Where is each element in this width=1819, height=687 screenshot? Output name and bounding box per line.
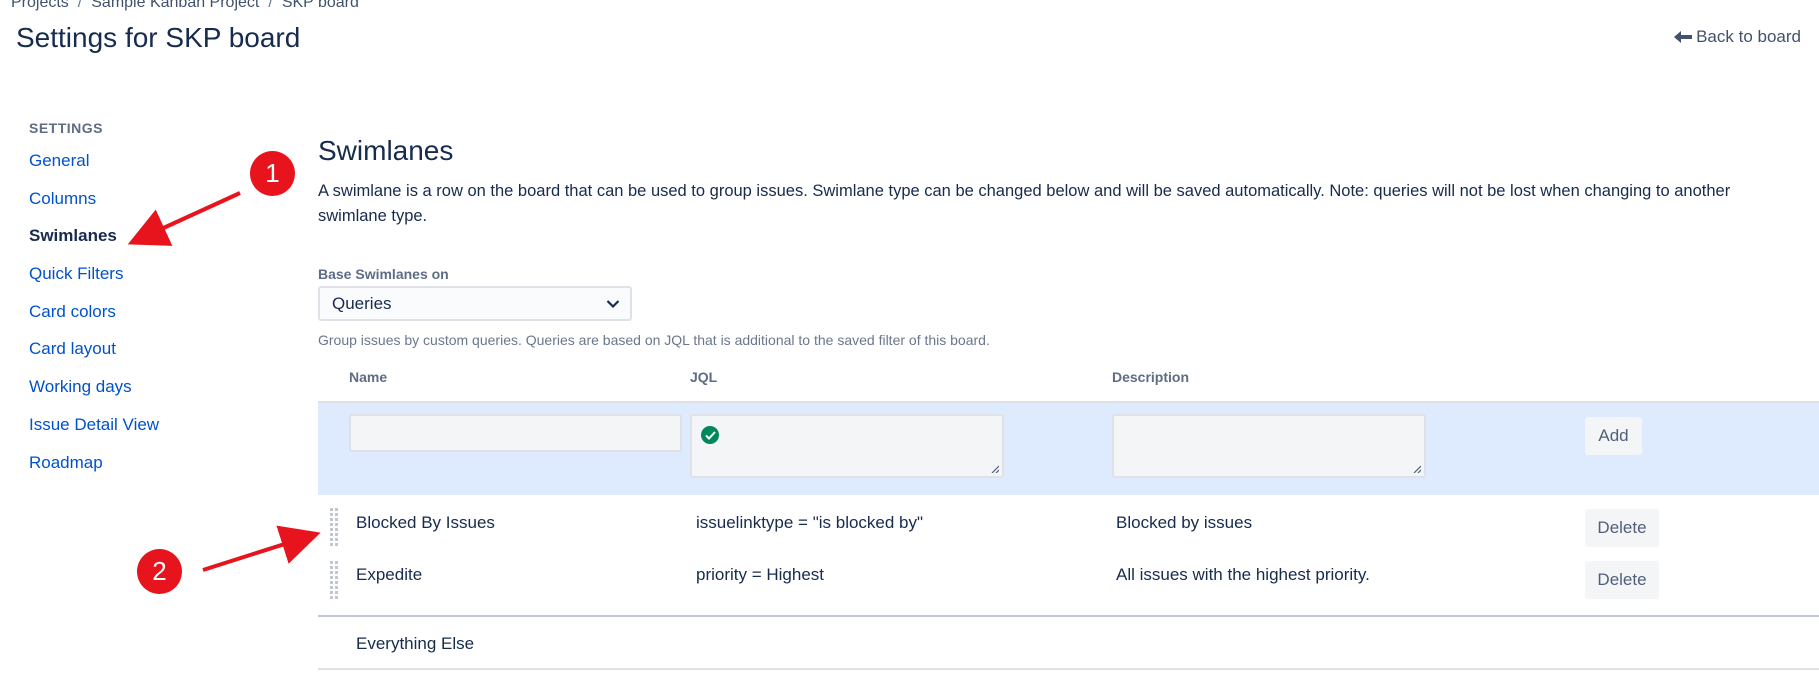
swimlane-name: Blocked By Issues xyxy=(356,513,495,532)
table-row: Blocked By Issues issuelinktype = "is bl… xyxy=(318,501,1819,561)
column-header-name: Name xyxy=(349,369,388,385)
back-to-board-label: Back to board xyxy=(1696,27,1801,46)
swimlane-jql: issuelinktype = "is blocked by" xyxy=(696,513,924,532)
valid-check-icon xyxy=(701,426,719,444)
swimlanes-table: Name JQL Description Add Blocked By Issu… xyxy=(318,369,1819,670)
swimlane-description: All issues with the highest priority. xyxy=(1116,565,1370,584)
new-swimlane-name-input[interactable] xyxy=(349,414,682,452)
breadcrumb-projects[interactable]: Projects xyxy=(11,0,69,11)
base-swimlanes-label: Base Swimlanes on xyxy=(318,266,449,282)
delete-swimlane-button[interactable]: Delete xyxy=(1585,561,1659,599)
resize-grip-icon[interactable] xyxy=(1413,465,1421,473)
add-swimlane-button[interactable]: Add xyxy=(1585,417,1642,455)
sidebar-item-columns[interactable]: Columns xyxy=(29,188,249,226)
breadcrumb-separator: / xyxy=(268,0,273,11)
column-header-jql: JQL xyxy=(690,369,718,385)
arrow-left-icon xyxy=(1674,31,1693,43)
table-header: Name JQL Description xyxy=(318,369,1819,401)
fallback-swimlane-name: Everything Else xyxy=(356,634,475,653)
annotation-marker-2: 2 xyxy=(137,549,182,594)
base-swimlanes-select[interactable]: Queries xyxy=(318,286,632,321)
page-title: Settings for SKP board xyxy=(16,22,301,53)
section-title: Swimlanes xyxy=(318,135,454,166)
everything-else-row: Everything Else xyxy=(318,617,1819,670)
base-swimlanes-help: Group issues by custom queries. Queries … xyxy=(318,332,990,348)
swimlane-jql: priority = Highest xyxy=(696,565,825,584)
new-swimlane-jql-input[interactable] xyxy=(690,414,1004,478)
annotation-marker-1: 1 xyxy=(250,151,295,196)
drag-handle-icon[interactable] xyxy=(330,508,340,546)
sidebar-item-quick-filters[interactable]: Quick Filters xyxy=(29,263,249,301)
swimlane-description: Blocked by issues xyxy=(1116,513,1253,532)
breadcrumb-project[interactable]: Sample Kanban Project xyxy=(91,0,259,11)
sidebar-item-card-colors[interactable]: Card colors xyxy=(29,301,249,339)
sidebar-item-swimlanes[interactable]: Swimlanes xyxy=(29,225,249,263)
breadcrumb-separator: / xyxy=(77,0,83,11)
new-swimlane-description-input[interactable] xyxy=(1112,414,1426,478)
delete-swimlane-button[interactable]: Delete xyxy=(1585,509,1659,547)
annotation-arrow-2 xyxy=(202,525,321,572)
sidebar-heading: SETTINGS xyxy=(29,120,104,136)
column-header-description: Description xyxy=(1112,369,1190,385)
sidebar-item-roadmap[interactable]: Roadmap xyxy=(29,452,249,490)
table-row: Expedite priority = Highest All issues w… xyxy=(318,561,1819,615)
sidebar-item-issue-detail-view[interactable]: Issue Detail View xyxy=(29,414,249,452)
resize-grip-icon[interactable] xyxy=(991,465,999,473)
chevron-down-icon xyxy=(606,299,620,308)
base-swimlanes-value: Queries xyxy=(332,293,392,313)
sidebar-item-general[interactable]: General xyxy=(29,150,249,188)
swimlanes-panel: Swimlanes A swimlane is a row on the boa… xyxy=(318,135,1819,670)
breadcrumb: Projects / Sample Kanban Project / SKP board xyxy=(11,0,359,12)
add-swimlane-row: Add xyxy=(318,401,1819,495)
swimlane-name: Expedite xyxy=(356,565,423,584)
drag-handle-icon[interactable] xyxy=(330,561,340,599)
swimlanes-description: A swimlane is a row on the board that ca… xyxy=(318,182,1731,225)
settings-sidebar: SETTINGS General Columns Swimlanes Quick… xyxy=(29,120,249,489)
breadcrumb-board[interactable]: SKP board xyxy=(282,0,359,11)
back-to-board-link[interactable]: Back to board xyxy=(1674,27,1801,47)
sidebar-item-card-layout[interactable]: Card layout xyxy=(29,338,249,376)
sidebar-item-working-days[interactable]: Working days xyxy=(29,376,249,414)
